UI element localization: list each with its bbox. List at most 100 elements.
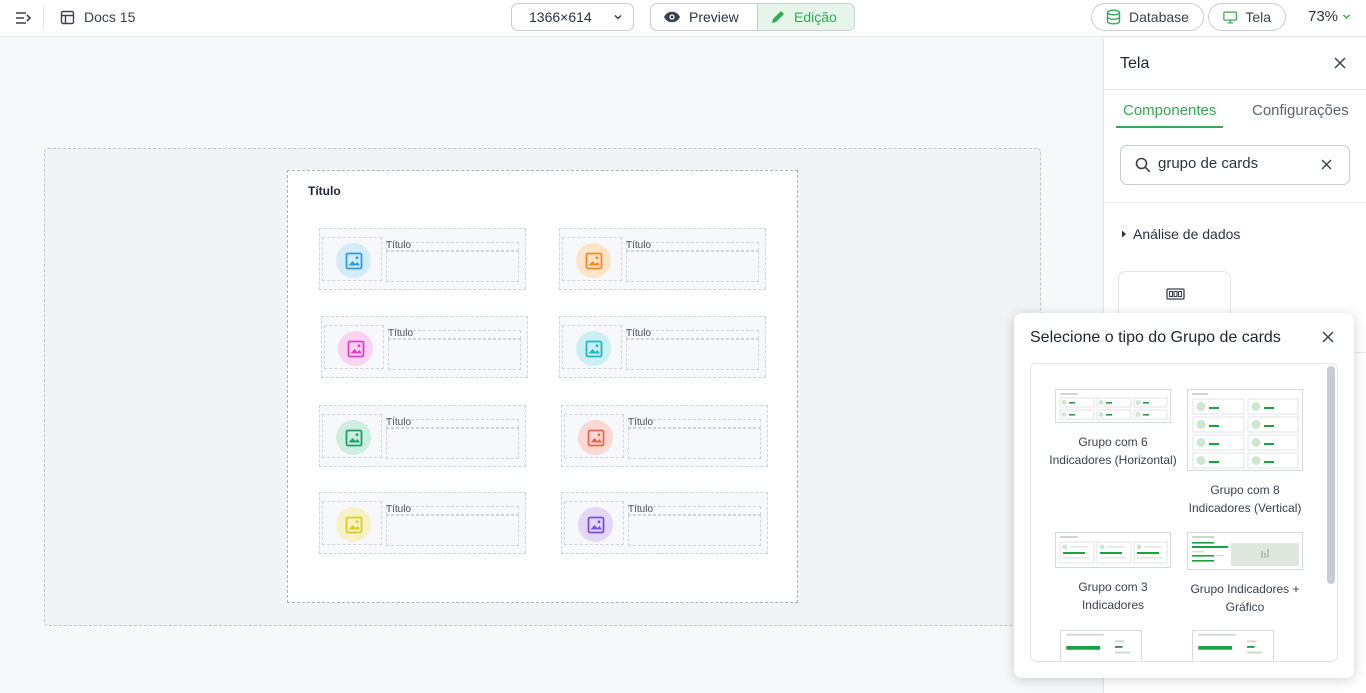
toolbar-divider (43, 6, 44, 30)
preview-button[interactable]: Preview (651, 4, 757, 30)
panel-title: Tela (1120, 55, 1150, 72)
indicator-card[interactable]: Título (561, 492, 768, 554)
close-icon[interactable] (1322, 331, 1334, 343)
resolution-value: 1366×614 (529, 9, 592, 25)
option-8-indicadores-vertical[interactable]: Grupo com 8 Indicadores (Vertical) (1180, 389, 1310, 517)
option-label: Grupo com 3 Indicadores (1078, 580, 1148, 612)
document-title[interactable]: Docs 15 (60, 9, 135, 25)
document-name: Docs 15 (84, 9, 136, 25)
image-icon (585, 252, 602, 269)
chevron-down-icon (1343, 14, 1351, 19)
card-title: Título (386, 240, 412, 251)
option-list[interactable]: Grupo com 6 Indicadores (Horizontal) Gru… (1030, 363, 1338, 662)
card-icon-circle (338, 331, 373, 366)
pencil-icon (772, 11, 784, 23)
card-icon-circle (578, 420, 613, 455)
card-value-slot (626, 339, 759, 370)
collapse-menu-icon[interactable] (14, 10, 32, 26)
section-label: Análise de dados (1133, 226, 1241, 242)
document-layout-icon (60, 10, 75, 24)
card-title: Título (628, 504, 654, 515)
mode-toggle: Preview Edição (650, 3, 855, 31)
page-title: Título (308, 184, 341, 198)
card-title: Título (626, 240, 652, 251)
option-partial-2[interactable] (1192, 630, 1276, 661)
indicator-card[interactable]: Título (561, 405, 768, 467)
option-3-indicadores[interactable]: Grupo com 3 Indicadores (1048, 532, 1178, 614)
card-icon-circle (336, 507, 371, 542)
card-title: Título (628, 417, 654, 428)
card-group-icon (1166, 288, 1185, 300)
card-icon-box (322, 237, 382, 281)
card-group-type-dialog: Selecione o tipo do Grupo de cards Grupo… (1014, 313, 1354, 678)
section-analise-de-dados[interactable]: Análise de dados (1121, 226, 1240, 242)
database-button[interactable]: Database (1091, 3, 1204, 31)
layout-preview-8-vertical (1192, 393, 1299, 469)
resolution-select[interactable]: 1366×614 (511, 3, 634, 31)
indicator-card[interactable]: Título (559, 228, 766, 290)
layout-preview-partial (1060, 630, 1142, 661)
search-icon (1135, 157, 1151, 173)
zoom-value: 73% (1308, 8, 1339, 25)
option-partial-1[interactable] (1060, 630, 1144, 661)
option-thumbnail (1055, 532, 1171, 568)
card-icon-box (322, 501, 382, 545)
option-indicadores-grafico[interactable]: Grupo Indicadores + Gráfico (1180, 532, 1310, 616)
chevron-down-icon (614, 14, 622, 20)
card-icon-box (322, 414, 382, 458)
option-label: Grupo com 6 Indicadores (Horizontal) (1049, 435, 1177, 467)
monitor-icon (1223, 11, 1238, 23)
card-icon-box (324, 325, 384, 369)
close-icon[interactable] (1334, 57, 1346, 69)
card-value-slot (626, 251, 759, 282)
tab-componentes[interactable]: Componentes (1123, 102, 1216, 119)
tela-button[interactable]: Tela (1208, 3, 1286, 31)
eye-icon (664, 11, 680, 23)
option-6-indicadores-horizontal[interactable]: Grupo com 6 Indicadores (Horizontal) (1048, 389, 1178, 469)
database-label: Database (1129, 9, 1189, 25)
card-value-slot (628, 428, 761, 459)
card-icon-box (562, 325, 622, 369)
scrollbar[interactable] (1327, 366, 1335, 584)
image-icon (347, 340, 364, 357)
indicator-card[interactable]: Título (319, 405, 526, 467)
card-icon-circle (336, 243, 371, 278)
card-icon-circle (576, 243, 611, 278)
preview-label: Preview (689, 9, 739, 25)
card-icon-box (564, 501, 624, 545)
image-icon (345, 429, 362, 446)
indicator-card[interactable]: Título (321, 316, 528, 378)
card-title: Título (626, 328, 652, 339)
active-tab-indicator (1116, 126, 1223, 128)
card-title: Título (388, 328, 414, 339)
dialog-title: Selecione o tipo do Grupo de cards (1030, 329, 1281, 346)
image-icon (345, 252, 362, 269)
image-icon (585, 340, 602, 357)
option-thumbnail (1187, 389, 1303, 471)
edit-button[interactable]: Edição (757, 4, 854, 30)
indicator-card[interactable]: Título (319, 492, 526, 554)
card-title: Título (386, 417, 412, 428)
top-bar: Docs 15 1366×614 Preview Edição Database… (0, 0, 1366, 37)
indicator-card[interactable]: Título (559, 316, 766, 378)
indicator-card[interactable]: Título (319, 228, 526, 290)
card-icon-box (562, 237, 622, 281)
tab-configuracoes[interactable]: Configurações (1252, 102, 1349, 119)
page-frame[interactable]: Título Título Título Título Título Título Tít… (287, 170, 798, 603)
layout-preview-indicadores-grafico (1192, 536, 1299, 566)
card-value-slot (386, 428, 519, 459)
card-icon-circle (578, 507, 613, 542)
panel-divider (1104, 89, 1366, 90)
search-input[interactable] (1158, 155, 1308, 172)
layout-preview-6-horizontal (1059, 393, 1168, 420)
card-value-slot (628, 515, 761, 546)
option-thumbnail (1187, 532, 1303, 570)
clear-search-icon[interactable] (1321, 159, 1332, 170)
card-value-slot (386, 251, 519, 282)
component-search[interactable] (1120, 145, 1350, 185)
layout-preview-partial (1192, 630, 1274, 661)
panel-divider (1104, 202, 1366, 203)
card-title: Título (386, 504, 412, 515)
zoom-select[interactable]: 73% (1308, 8, 1351, 25)
card-icon-circle (576, 331, 611, 366)
